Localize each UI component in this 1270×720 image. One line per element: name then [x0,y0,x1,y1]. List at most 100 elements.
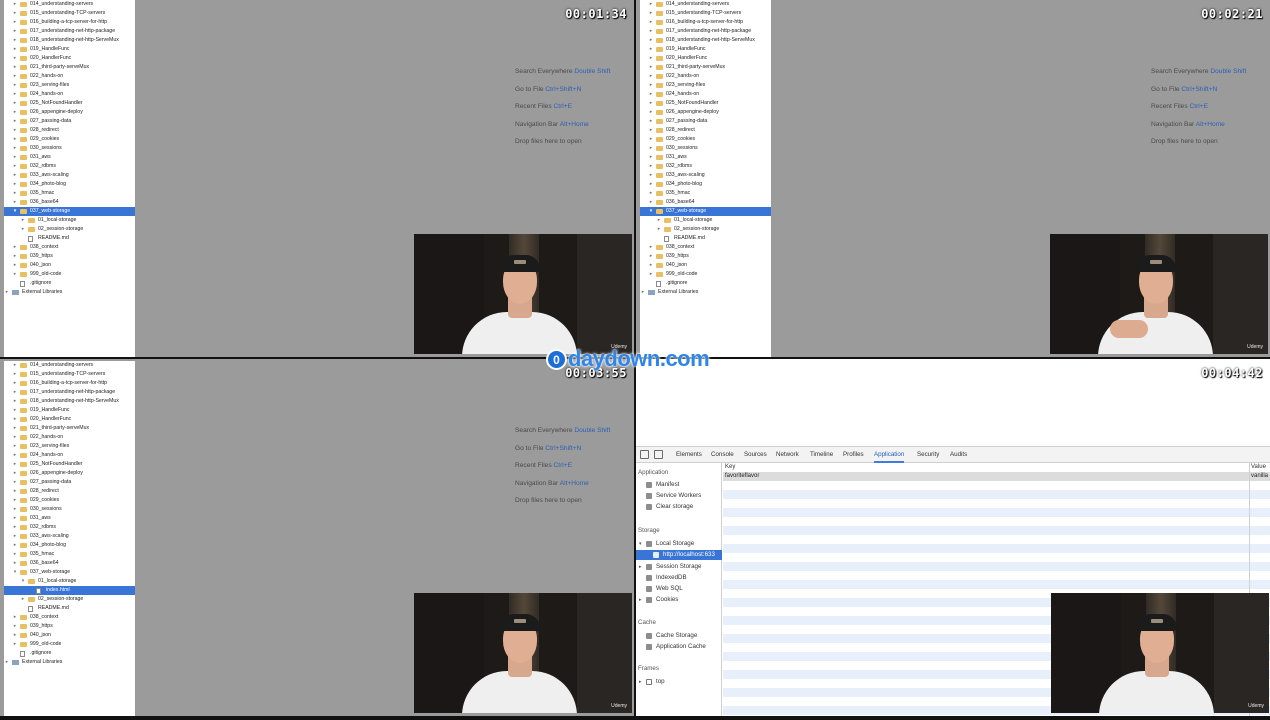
inspect-element-icon[interactable] [640,450,649,459]
tree-item[interactable]: README.md [4,604,135,613]
tree-item[interactable]: ▸ 031_aws [4,153,135,162]
chevron-right-icon[interactable]: ▸ [4,288,10,297]
tree-item[interactable]: ▸ 039_https [4,622,135,631]
table-row[interactable] [723,517,1270,526]
chevron-right-icon[interactable]: ▸ [648,162,654,171]
tree-item[interactable]: ▸ 032_rdbms [4,523,135,532]
chevron-right-icon[interactable]: ▸ [648,72,654,81]
tree-item[interactable]: README.md [4,234,135,243]
chevron-right-icon[interactable]: ▸ [648,198,654,207]
chevron-right-icon[interactable]: ▸ [648,144,654,153]
table-row[interactable] [723,526,1270,535]
tree-item[interactable]: ▸ 999_old-code [4,270,135,279]
tree-item[interactable]: ▸ 999_old-code [640,270,771,279]
tree-item[interactable]: ▸ 040_json [640,261,771,270]
table-row[interactable] [723,580,1270,589]
tree-item[interactable]: ▸ 036_base64 [4,559,135,568]
tree-item[interactable]: ▸ 035_hmac [4,550,135,559]
tree-item[interactable]: ▸ External Libraries [4,658,135,667]
tree-item[interactable]: ▸ 014_understanding-servers [640,0,771,9]
tree-item[interactable]: ▸ 024_hands-on [4,451,135,460]
column-header-key[interactable]: Key [725,463,735,472]
chevron-right-icon[interactable]: ▸ [12,198,18,207]
chevron-right-icon[interactable]: ▸ [12,27,18,36]
tree-item[interactable]: ▸ 026_appengine-deploy [4,108,135,117]
tab-profiles[interactable]: Profiles [843,447,864,463]
tree-item[interactable]: ▾ 037_web-storage [4,207,135,216]
tree-item[interactable]: ▸ 024_hands-on [4,90,135,99]
tree-item[interactable]: ▸ 025_NotFoundHandler [4,460,135,469]
chevron-right-icon[interactable]: ▸ [12,270,18,279]
tree-item[interactable]: ▸ 025_NotFoundHandler [640,99,771,108]
tree-item[interactable]: ▸ 034_photo-blog [4,180,135,189]
tree-item[interactable]: ▸ 023_serving-files [640,81,771,90]
tree-item[interactable]: ▸ 038_context [4,613,135,622]
chevron-right-icon[interactable]: ▸ [648,90,654,99]
chevron-right-icon[interactable]: ▸ [12,90,18,99]
chevron-right-icon[interactable]: ▸ [648,135,654,144]
tree-item[interactable]: ▸ External Libraries [4,288,135,297]
chevron-right-icon[interactable]: ▸ [648,18,654,27]
tree-item[interactable]: ▸ 017_understanding-net-http-package [4,388,135,397]
chevron-right-icon[interactable]: ▸ [648,27,654,36]
tree-item[interactable]: ▸ 031_aws [640,153,771,162]
chevron-right-icon[interactable]: ▸ [12,415,18,424]
chevron-right-icon[interactable]: ▸ [12,153,18,162]
chevron-right-icon[interactable]: ▸ [12,478,18,487]
table-row[interactable] [723,490,1270,499]
tree-item[interactable]: ▸ 024_hands-on [640,90,771,99]
sidebar-item-web-sql[interactable]: Web SQL [636,584,722,594]
chevron-right-icon[interactable]: ▸ [12,487,18,496]
column-header-value[interactable]: Value [1251,463,1266,472]
chevron-right-icon[interactable]: ▸ [20,216,26,225]
chevron-right-icon[interactable]: ▸ [12,0,18,9]
chevron-right-icon[interactable]: ▸ [648,126,654,135]
tab-sources[interactable]: Sources [744,447,767,463]
tab-timeline[interactable]: Timeline [810,447,833,463]
tree-item[interactable]: ▸ 020_HandlerFunc [640,54,771,63]
chevron-right-icon[interactable]: ▸ [12,613,18,622]
tree-item[interactable]: ▸ 015_understanding-TCP-servers [4,370,135,379]
chevron-right-icon[interactable]: ▸ [12,144,18,153]
chevron-right-icon[interactable]: ▸ [648,108,654,117]
chevron-right-icon[interactable]: ▸ [648,180,654,189]
tree-item[interactable]: ▾ 037_web-storage [4,568,135,577]
chevron-right-icon[interactable]: ▸ [20,225,26,234]
table-row[interactable] [723,508,1270,517]
chevron-right-icon[interactable]: ▸ [12,162,18,171]
chevron-right-icon[interactable]: ▸ [12,505,18,514]
chevron-right-icon[interactable]: ▸ [12,180,18,189]
chevron-right-icon[interactable]: ▸ [12,81,18,90]
chevron-right-icon[interactable]: ▸ [648,243,654,252]
chevron-right-icon[interactable]: ▸ [12,117,18,126]
tree-item[interactable]: ▸ 027_passing-data [640,117,771,126]
chevron-right-icon[interactable]: ▸ [640,288,646,297]
tree-item[interactable]: ▸ 028_redirect [640,126,771,135]
sidebar-item-clear-storage[interactable]: Clear storage [636,502,722,512]
tree-item[interactable]: ▸ 028_redirect [4,487,135,496]
tree-item[interactable]: ▸ 038_context [4,243,135,252]
tree-item[interactable]: ▸ 02_session-storage [640,225,771,234]
table-row[interactable] [723,544,1270,553]
chevron-right-icon[interactable]: ▸ [12,9,18,18]
table-row[interactable] [723,535,1270,544]
tree-item[interactable]: ▸ 032_rdbms [640,162,771,171]
chevron-right-icon[interactable]: ▸ [12,451,18,460]
tree-item[interactable]: ▸ 033_aws-scaling [4,532,135,541]
chevron-right-icon[interactable]: ▸ [12,406,18,415]
chevron-right-icon[interactable]: ▸ [12,622,18,631]
chevron-right-icon[interactable]: ▸ [648,252,654,261]
tree-item[interactable]: ▸ 029_cookies [4,496,135,505]
tree-item[interactable]: ▸ 014_understanding-servers [4,0,135,9]
project-tree[interactable]: ▸ 014_understanding-servers ▸ 015_understan… [640,0,771,357]
tree-item[interactable]: ▸ 033_aws-scaling [4,171,135,180]
tree-item[interactable]: ▸ 039_https [4,252,135,261]
chevron-right-icon[interactable]: ▸ [648,171,654,180]
tree-item[interactable]: ▸ 022_hands-on [4,72,135,81]
tree-item[interactable]: ▸ 035_hmac [640,189,771,198]
tab-console[interactable]: Console [711,447,734,463]
tree-item[interactable]: ▸ 018_understanding-net-http-ServeMux [4,397,135,406]
chevron-right-icon[interactable]: ▸ [648,261,654,270]
chevron-right-icon[interactable]: ▸ [648,270,654,279]
tree-item[interactable]: ▸ 040_json [4,631,135,640]
